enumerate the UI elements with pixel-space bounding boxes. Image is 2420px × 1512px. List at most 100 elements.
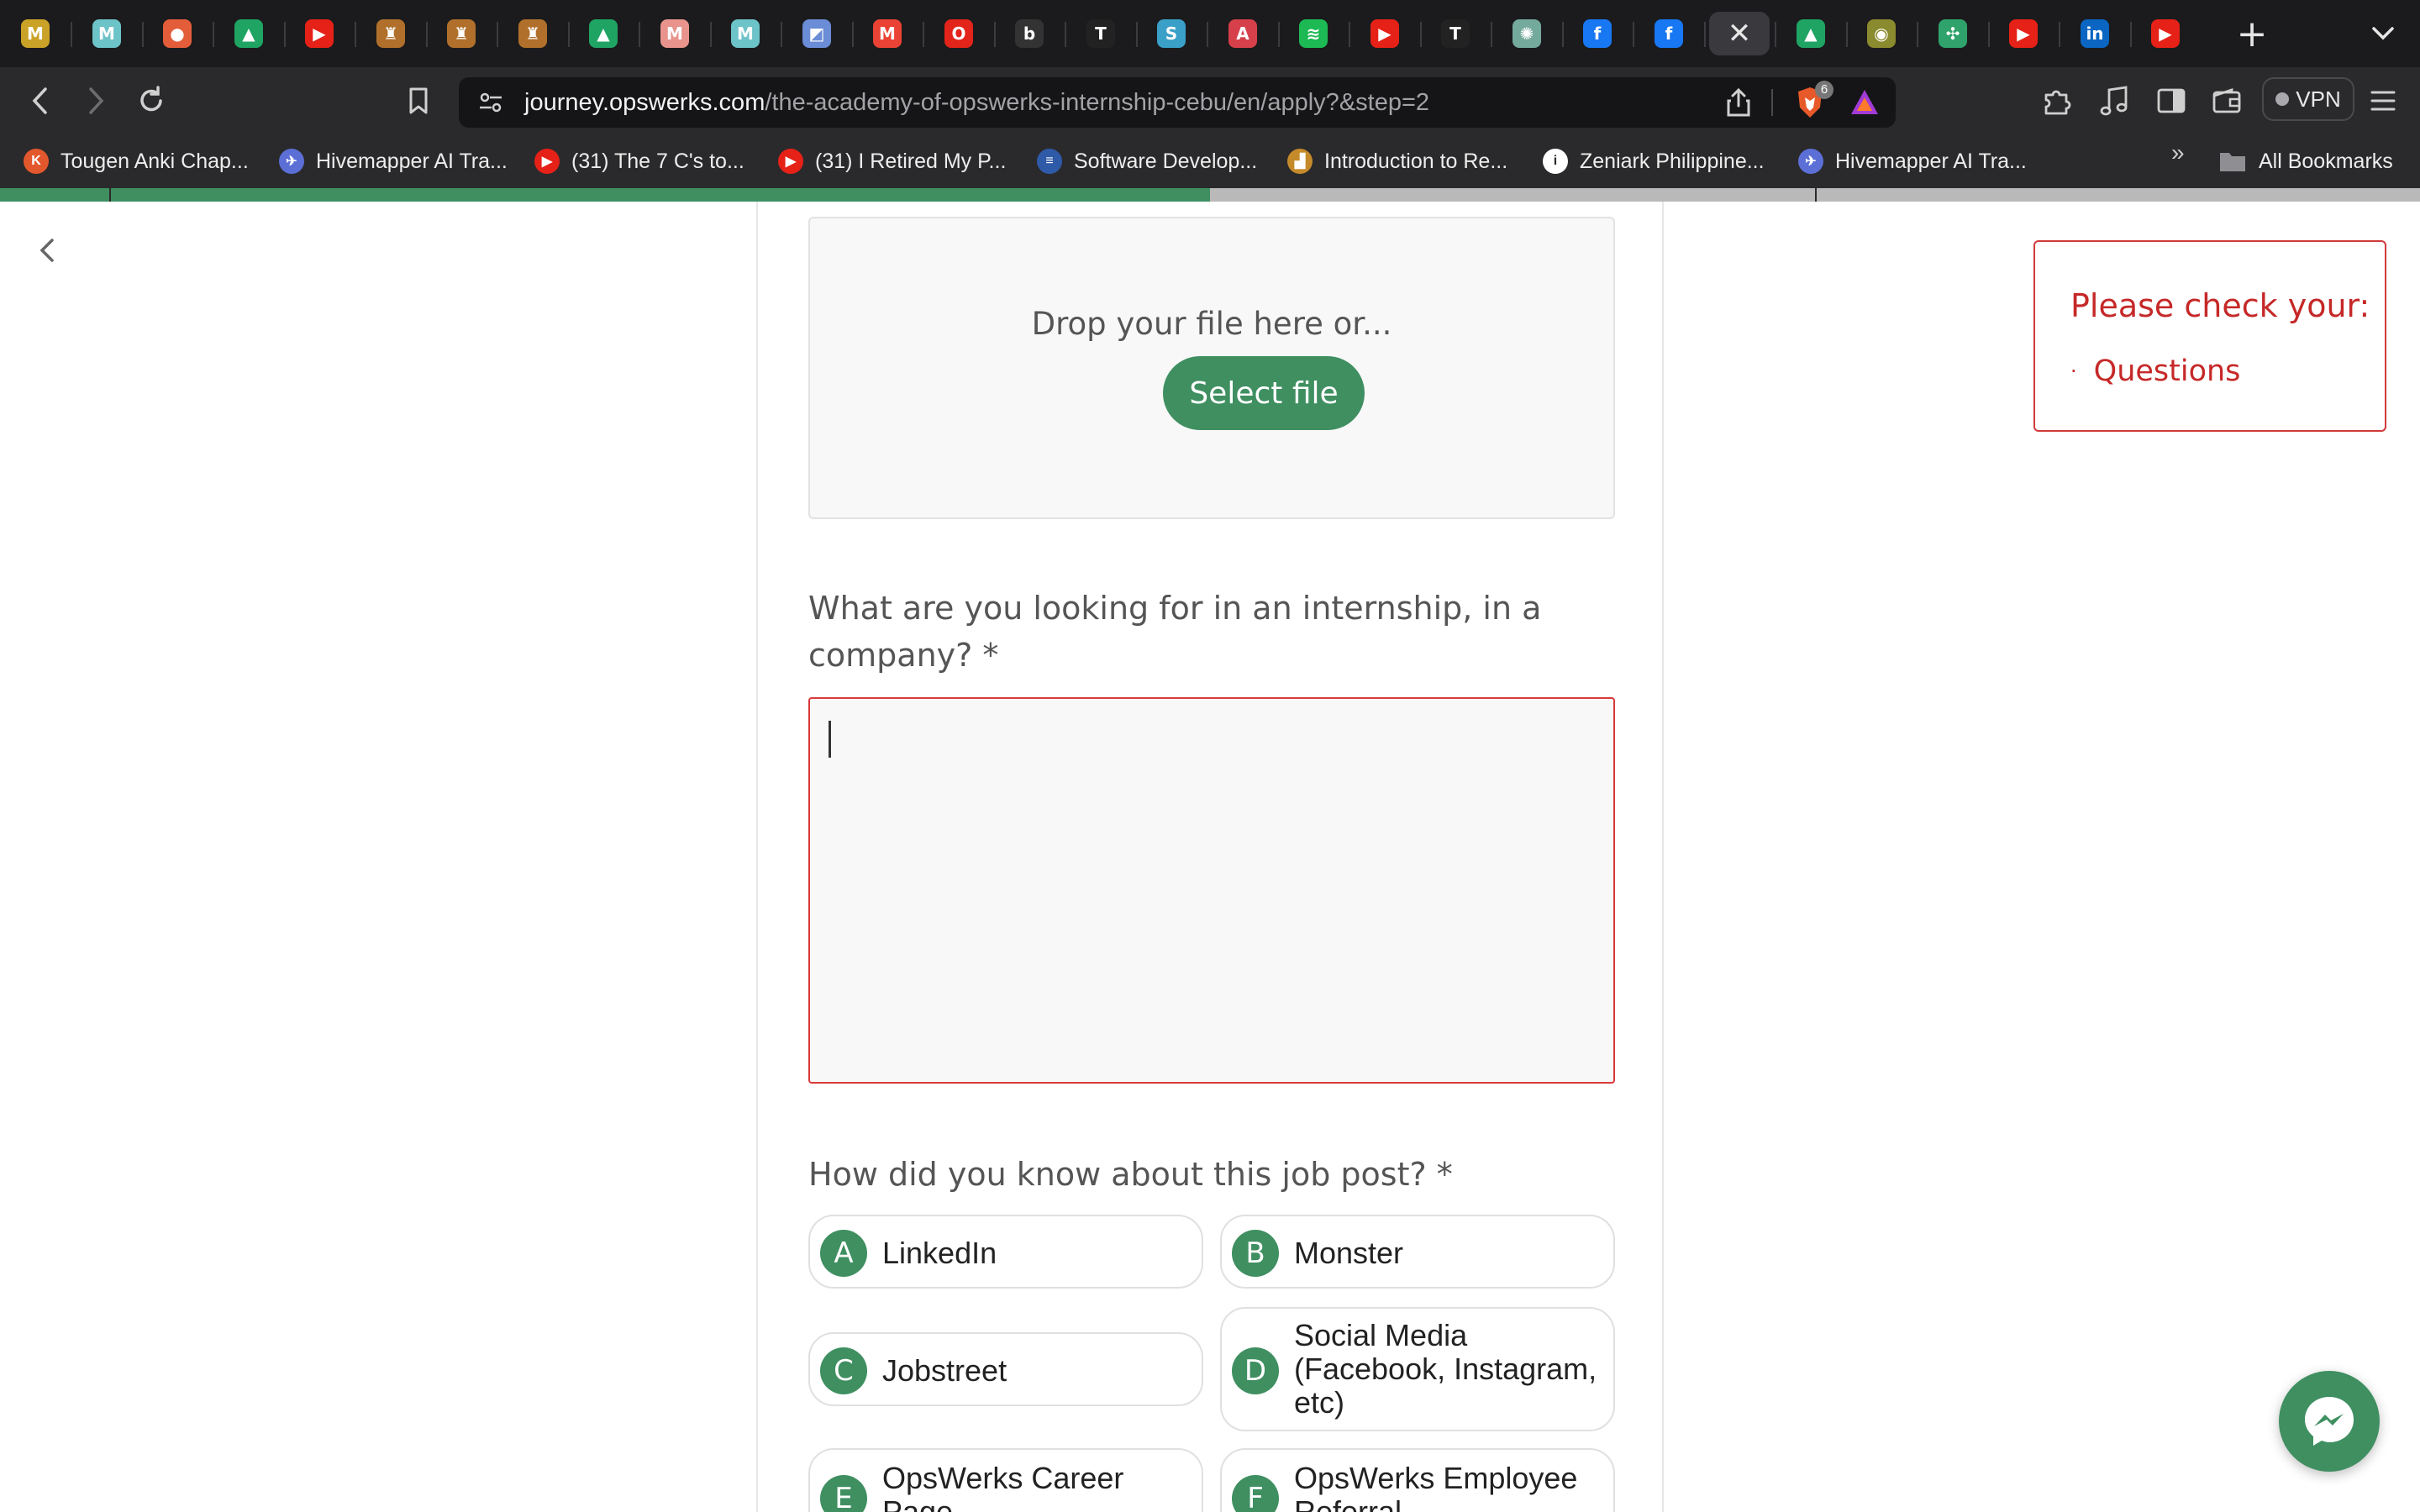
google-drive-icon: ▲ <box>1797 19 1825 48</box>
tab-search-button[interactable] <box>2358 12 2408 55</box>
source-option-e[interactable]: E OpsWerks Career Page <box>808 1448 1203 1512</box>
browser-tab[interactable]: M <box>644 12 705 55</box>
browser-tab[interactable]: ✺ <box>1497 12 1557 55</box>
bookmark-label: Introduction to Re... <box>1324 149 1508 173</box>
browser-tab[interactable]: ♜ <box>431 12 492 55</box>
source-option-c[interactable]: C Jobstreet <box>808 1332 1203 1406</box>
browser-tab[interactable]: ▶ <box>2135 12 2196 55</box>
browser-tab[interactable]: T <box>1425 12 1486 55</box>
browser-tab[interactable]: T <box>1071 12 1131 55</box>
crest-icon: ♜ <box>518 19 547 48</box>
browser-tab[interactable]: M <box>857 12 918 55</box>
browser-tab[interactable]: M <box>715 12 776 55</box>
image-icon: ◩ <box>802 19 831 48</box>
tab-separator <box>710 22 712 47</box>
browser-tab[interactable]: ✣ <box>1923 12 1983 55</box>
browser-tab[interactable]: ▶ <box>1355 12 1415 55</box>
source-option-d[interactable]: D Social Media (Facebook, Instagram, etc) <box>1220 1307 1615 1431</box>
tradingview-icon: T <box>1441 19 1470 48</box>
facebook-icon: f <box>1583 19 1612 48</box>
browser-tab[interactable]: ≋ <box>1283 12 1344 55</box>
wallet-button[interactable] <box>2207 81 2247 121</box>
tab-separator <box>497 22 498 47</box>
close-icon[interactable]: ✕ <box>1728 19 1752 48</box>
bookmark-item[interactable]: K Tougen Anki Chap... <box>24 143 249 180</box>
reload-button[interactable] <box>131 81 171 121</box>
step-progress-bar <box>0 188 2420 202</box>
bookmark-label: Software Develop... <box>1074 149 1258 173</box>
browser-tab[interactable]: ▲ <box>218 12 279 55</box>
vpn-button[interactable]: VPN <box>2262 77 2354 121</box>
bookmark-item[interactable]: i Zeniark Philippine... <box>1543 143 1765 180</box>
browser-tab[interactable]: O <box>929 12 989 55</box>
browser-tab[interactable]: ♜ <box>502 12 563 55</box>
site-icon: ▟ <box>1287 149 1313 174</box>
bookmark-item[interactable]: ≡ Software Develop... <box>1037 143 1257 180</box>
bookmark-item[interactable]: ▟ Introduction to Re... <box>1287 143 1507 180</box>
browser-tab[interactable]: f <box>1567 12 1628 55</box>
browser-tab[interactable]: ● <box>147 12 208 55</box>
bookmark-item[interactable]: ▶ (31) The 7 C's to... <box>534 143 744 180</box>
tab-separator <box>426 22 428 47</box>
url-text[interactable]: journey.opswerks.com/the-academy-of-opsw… <box>524 77 1429 128</box>
messenger-chat-button[interactable] <box>2279 1371 2380 1472</box>
linkedin-icon: in <box>2081 19 2109 48</box>
bookmark-item[interactable]: ✈ Hivemapper AI Tra... <box>279 143 508 180</box>
alert-item-questions[interactable]: · Questions <box>2070 354 2240 388</box>
google-drive-icon: ▲ <box>589 19 618 48</box>
source-option-b[interactable]: B Monster <box>1220 1215 1615 1289</box>
media-button[interactable] <box>2094 81 2134 121</box>
menu-button[interactable] <box>2363 81 2403 121</box>
app-icon: ● <box>163 19 192 48</box>
browser-tab[interactable]: in <box>2065 12 2125 55</box>
tab-active[interactable]: ✕ <box>1709 12 1770 55</box>
chevron-down-icon <box>2372 27 2394 40</box>
share-icon[interactable] <box>1726 87 1751 122</box>
browser-tab[interactable]: ◩ <box>786 12 847 55</box>
browser-tab[interactable]: S <box>1141 12 1202 55</box>
option-letter-badge: E <box>820 1475 867 1512</box>
browser-tab[interactable]: M <box>76 12 137 55</box>
back-button[interactable] <box>20 81 60 121</box>
browser-tab[interactable]: ♜ <box>360 12 421 55</box>
oracle-icon: O <box>944 19 973 48</box>
browser-tab[interactable]: ▲ <box>573 12 634 55</box>
browser-tab[interactable]: ▲ <box>1781 12 1841 55</box>
bookmark-page-button[interactable] <box>398 81 439 121</box>
bookmark-item[interactable]: ▶ (31) I Retired My P... <box>778 143 1006 180</box>
bullet-icon: · <box>2070 360 2077 383</box>
address-bar[interactable]: journey.opswerks.com/the-academy-of-opsw… <box>459 77 1896 128</box>
vpn-label: VPN <box>2296 86 2341 112</box>
bookmarks-overflow-button[interactable]: » <box>2171 139 2185 166</box>
site-settings-icon[interactable] <box>477 89 504 120</box>
forward-button[interactable] <box>76 81 116 121</box>
option-letter-badge: A <box>820 1230 867 1277</box>
site-icon: ✈ <box>279 149 304 174</box>
select-file-button[interactable]: Select file <box>1163 356 1365 430</box>
page-back-button[interactable] <box>32 234 62 267</box>
brave-rewards-icon[interactable] <box>1849 87 1881 122</box>
spotify-icon: ≋ <box>1299 19 1328 48</box>
file-dropzone[interactable]: Drop your file here or... Select file <box>808 217 1615 519</box>
all-bookmarks-label: All Bookmarks <box>2259 149 2393 173</box>
browser-tab[interactable]: f <box>1639 12 1699 55</box>
source-option-f[interactable]: F OpsWerks Employee Referral <box>1220 1448 1615 1512</box>
tab-separator <box>781 22 782 47</box>
extensions-button[interactable] <box>2037 81 2077 121</box>
internship-answer-textarea[interactable] <box>808 697 1615 1084</box>
browser-tab[interactable]: ▶ <box>1993 12 2054 55</box>
source-option-a[interactable]: A LinkedIn <box>808 1215 1203 1289</box>
browser-tab[interactable]: b <box>999 12 1060 55</box>
all-bookmarks-button[interactable]: All Bookmarks <box>2218 143 2393 180</box>
browser-tab[interactable]: A <box>1213 12 1273 55</box>
tab-separator <box>568 22 570 47</box>
browser-tab[interactable]: ▶ <box>289 12 350 55</box>
new-tab-button[interactable]: + <box>2227 12 2277 55</box>
tab-separator <box>1491 22 1492 47</box>
browser-tab[interactable]: M <box>5 12 66 55</box>
browser-tab[interactable]: ◉ <box>1851 12 1912 55</box>
tab-separator <box>213 22 214 47</box>
question-internship-line1: What are you looking for in an internshi… <box>808 590 1542 627</box>
bookmark-item[interactable]: ✈ Hivemapper AI Tra... <box>1798 143 2027 180</box>
sidebar-button[interactable] <box>2151 81 2191 121</box>
